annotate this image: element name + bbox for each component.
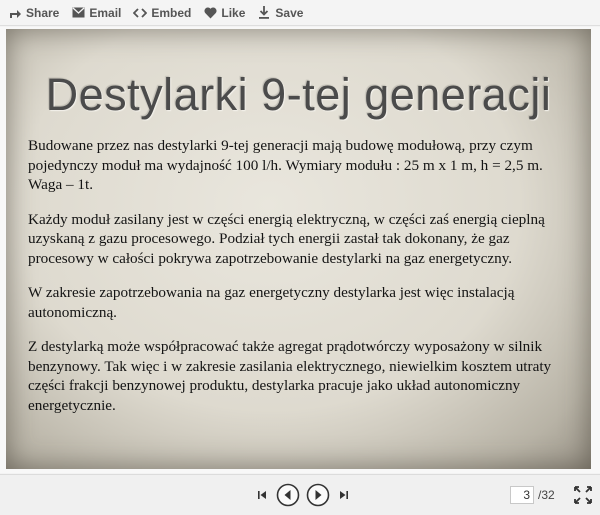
embed-icon: [133, 6, 148, 20]
slide-title: Destylarki 9-tej generacji: [45, 69, 552, 120]
last-page-button[interactable]: [336, 483, 352, 507]
slide-paragraph: W zakresie zapotrzebowania na gaz energe…: [28, 284, 515, 321]
fullscreen-button[interactable]: [574, 486, 592, 504]
like-button[interactable]: Like: [203, 6, 245, 20]
heart-icon: [203, 6, 217, 20]
previous-icon: [276, 483, 300, 507]
like-label: Like: [221, 5, 246, 20]
share-label: Share: [26, 5, 60, 20]
first-page-icon: [258, 491, 266, 499]
last-page-icon: [340, 491, 348, 499]
save-label: Save: [275, 5, 304, 20]
share-button[interactable]: Share: [8, 6, 59, 20]
slide-paragraph: Z destylarką może współpracować także ag…: [28, 338, 552, 414]
slide: Destylarki 9-tej generacji Budowane prze…: [6, 29, 591, 469]
fullscreen-icon: [574, 486, 592, 504]
embed-button[interactable]: Embed: [133, 6, 191, 20]
navigation-bar: 3 /32: [0, 474, 600, 515]
slide-paragraph: Budowane przez nas destylarki 9-tej gene…: [28, 137, 543, 193]
save-button[interactable]: Save: [257, 6, 303, 20]
email-label: Email: [89, 5, 122, 20]
next-icon: [306, 483, 330, 507]
first-page-button[interactable]: [254, 483, 270, 507]
page-number-input[interactable]: 3: [510, 486, 534, 504]
email-icon: [71, 6, 85, 20]
top-toolbar: Share Email Embed Like Save: [0, 0, 600, 26]
slide-body: Budowane przez nas destylarki 9-tej gene…: [28, 136, 558, 430]
email-button[interactable]: Email: [71, 6, 121, 20]
page-total: /32: [538, 488, 555, 502]
slide-viewer: Destylarki 9-tej generacji Budowane prze…: [0, 27, 600, 473]
embed-label: Embed: [151, 5, 192, 20]
slide-navigation: [254, 483, 352, 507]
download-icon: [257, 6, 271, 20]
next-button[interactable]: [306, 483, 330, 507]
slide-paragraph: Każdy moduł zasilany jest w części energ…: [28, 210, 545, 267]
share-icon: [8, 6, 22, 20]
previous-button[interactable]: [276, 483, 300, 507]
